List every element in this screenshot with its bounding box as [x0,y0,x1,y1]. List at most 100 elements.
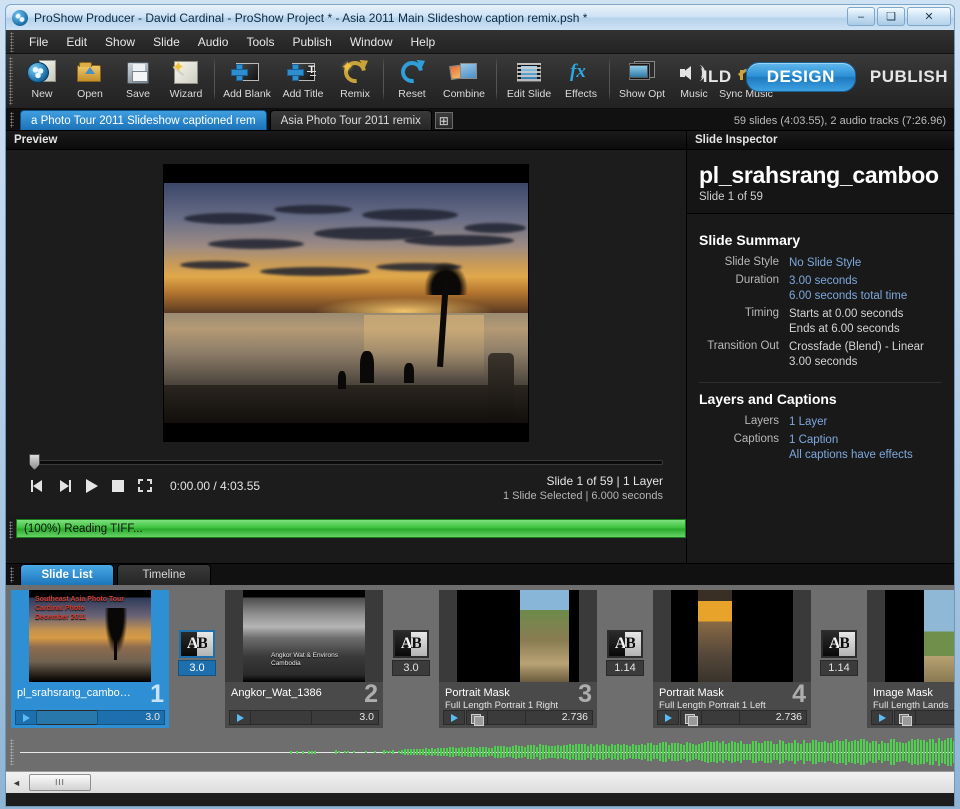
menu-help[interactable]: Help [402,32,445,52]
row-value[interactable]: 1 Caption [789,433,942,448]
row-value[interactable]: No Slide Style [789,256,942,271]
add-show-tab-icon[interactable]: ⊞ [435,112,453,129]
row-label: Transition Out [699,340,789,370]
row-value[interactable]: 3.00 seconds [789,355,942,370]
toolbar-new-button[interactable]: New [18,54,66,100]
row-value[interactable]: Crossfade (Blend) - Linear [789,340,942,355]
transition-ab-icon[interactable]: AB [393,630,429,658]
menu-edit[interactable]: Edit [57,32,96,52]
toolbar-open-button[interactable]: Open [66,54,114,100]
mode-publish-button[interactable]: PUBLISH [870,67,948,87]
waveform-bar [575,744,577,760]
preview-scrubber[interactable] [29,454,663,470]
transition-duration[interactable]: 1.14 [606,660,644,676]
toolbar-show-options-button[interactable]: Show Opt [614,54,670,100]
waveform-bar [557,745,559,760]
row-value[interactable]: All captions have effects [789,448,942,463]
scrubber-track[interactable] [29,460,663,465]
tab-slide-list[interactable]: Slide List [20,564,114,585]
transition-ab-icon[interactable]: AB [179,630,215,658]
menu-show[interactable]: Show [96,32,144,52]
slide-thumbnail-2[interactable]: Angkor Wat & Environs Cambodia Angkor_Wa… [225,590,383,728]
preview-image[interactable] [163,164,529,442]
menu-audio[interactable]: Audio [189,32,238,52]
menu-publish[interactable]: Publish [283,32,340,52]
scrubber-thumb[interactable] [29,454,40,470]
play-icon[interactable] [83,478,100,494]
transition-cell-1[interactable]: AB 3.0 [169,590,225,676]
slide-list[interactable]: Southeast Asia Photo Tour Cardinal Photo… [6,585,954,733]
slide-duration[interactable]: 3.0 [311,710,379,725]
menu-file[interactable]: File [20,32,57,52]
mode-design-button[interactable]: DESIGN [746,62,856,92]
scroll-left-arrow-icon[interactable]: ◄ [8,774,25,791]
toolbar-combine-button[interactable]: Combine [436,54,492,100]
slide-copy-icon[interactable] [466,710,488,725]
menu-grip-handle[interactable] [10,32,14,52]
tab-timeline[interactable]: Timeline [117,564,211,585]
menu-tools[interactable]: Tools [237,32,283,52]
stop-icon[interactable] [110,478,127,494]
scrollbar-thumb[interactable]: III [29,774,91,791]
slide-thumbnail-4[interactable]: Portrait Mask Full Length Portrait 1 Lef… [653,590,811,728]
horizontal-scrollbar[interactable]: ◄ III [6,771,954,793]
transition-ab-icon[interactable]: AB [821,630,857,658]
toolbar-reset-button[interactable]: Reset [388,54,436,100]
slide-thumbnail-3[interactable]: Portrait Mask Full Length Portrait 1 Rig… [439,590,597,728]
bottom-tabs-grip-handle[interactable] [10,567,14,583]
toolbar-effects-button[interactable]: fx Effects [557,54,605,100]
progress-grip-handle[interactable] [9,521,13,539]
mode-build-button[interactable]: ILD [703,67,732,87]
close-button[interactable]: ✕ [907,7,951,26]
row-value[interactable]: Starts at 0.00 seconds [789,307,942,322]
audio-waveform-track[interactable] [6,733,954,771]
slide-play-icon[interactable] [15,710,37,725]
transition-cell-4[interactable]: AB 1.14 [811,590,867,676]
minimize-button[interactable]: – [847,7,875,26]
waveform-grip-handle[interactable] [10,739,14,765]
progress-text: (100%) Reading TIFF... [24,523,143,535]
show-tab-2[interactable]: Asia Photo Tour 2011 remix [270,110,432,130]
waveform-bar [431,748,433,755]
slide-play-icon[interactable] [443,710,465,725]
slide-duration[interactable]: 2.736 [525,710,593,725]
toolbar-edit-slide-button[interactable]: Edit Slide [501,54,557,100]
transition-cell-3[interactable]: AB 1.14 [597,590,653,676]
transition-cell-2[interactable]: AB 3.0 [383,590,439,676]
slide-duration[interactable]: 3.0 [97,710,165,725]
show-tabs-grip-handle[interactable] [10,112,14,128]
waveform-bar [917,739,919,765]
row-value[interactable]: 6.00 seconds total time [789,289,942,304]
skip-to-start-icon[interactable] [29,478,46,494]
transition-duration[interactable]: 1.14 [820,660,858,676]
slide-play-icon[interactable] [657,710,679,725]
fullscreen-icon[interactable] [137,478,154,494]
row-value[interactable]: 1 Layer [789,415,942,430]
slide-thumbnail-1[interactable]: Southeast Asia Photo Tour Cardinal Photo… [11,590,169,728]
toolbar-grip-handle[interactable] [9,57,13,105]
toolbar-wizard-button[interactable]: ✦ Wizard [162,54,210,100]
slide-play-icon[interactable] [229,710,251,725]
toolbar-add-blank-button[interactable]: Add Blank [219,54,275,100]
slide-thumbnail-5[interactable]: Image Mask Full Length Lands [867,590,954,728]
show-tab-1[interactable]: a Photo Tour 2011 Slideshow captioned re… [20,110,267,130]
slide-copy-icon[interactable] [894,710,916,725]
proshow-producer-window: ProShow Producer - David Cardinal - ProS… [0,0,960,809]
maximize-button[interactable]: ❑ [877,7,905,26]
toolbar-save-button[interactable]: Save [114,54,162,100]
menu-window[interactable]: Window [341,32,402,52]
toolbar-add-title-button[interactable]: T Add Title [275,54,331,100]
slide-play-icon[interactable] [871,710,893,725]
toolbar-remix-button[interactable]: ✦ Remix [331,54,379,100]
transition-ab-icon[interactable]: AB [607,630,643,658]
waveform-canvas[interactable] [20,733,954,771]
transition-duration[interactable]: 3.0 [392,660,430,676]
row-value[interactable]: Ends at 6.00 seconds [789,322,942,337]
transition-duration[interactable]: 3.0 [178,660,216,676]
slide-duration[interactable]: 2.736 [739,710,807,725]
skip-to-end-icon[interactable] [56,478,73,494]
row-value[interactable]: 3.00 seconds [789,274,942,289]
menu-slide[interactable]: Slide [144,32,189,52]
slide-copy-icon[interactable] [680,710,702,725]
waveform-bar [386,751,388,754]
